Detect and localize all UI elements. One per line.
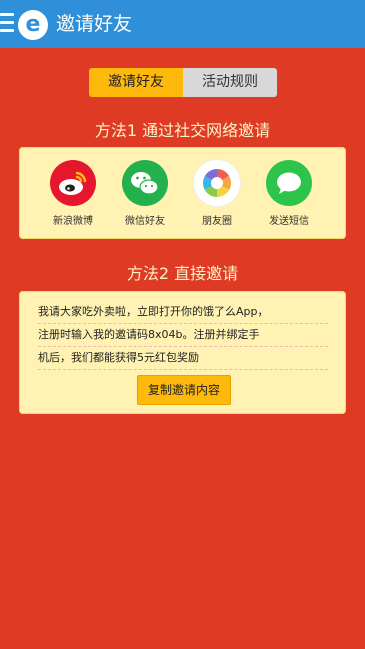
share-wechat-label: 微信好友 xyxy=(125,216,165,227)
share-wechat-button[interactable]: 微信好友 xyxy=(113,160,177,227)
share-moments-label: 朋友圈 xyxy=(202,216,232,227)
invite-line: 注册时输入我的邀请码8x04b。注册并绑定手 xyxy=(38,324,328,347)
tab-activity-rules[interactable]: 活动规则 xyxy=(183,68,277,97)
invite-message: 我请大家吃外卖啦，立即打开你的饿了么App， 注册时输入我的邀请码8x04b。注… xyxy=(38,301,328,370)
share-weibo-label: 新浪微博 xyxy=(53,216,93,227)
method2-title: 方法2 直接邀请 xyxy=(126,264,239,283)
app-bar: e 邀请好友 xyxy=(0,0,365,48)
invite-text-panel: 我请大家吃外卖啦，立即打开你的饿了么App， 注册时输入我的邀请码8x04b。注… xyxy=(19,291,346,414)
moments-icon xyxy=(194,160,240,206)
wechat-icon xyxy=(122,160,168,206)
sms-icon xyxy=(266,160,312,206)
invite-line: 机后，我们都能获得5元红包奖励 xyxy=(38,347,328,370)
invite-line: 我请大家吃外卖啦，立即打开你的饿了么App， xyxy=(38,301,328,324)
share-sms-button[interactable]: 发送短信 xyxy=(257,160,321,227)
social-share-panel: 新浪微博 微信好友 朋友圈 发送短信 xyxy=(19,147,346,239)
page-title: 邀请好友 xyxy=(56,13,133,35)
method1-title: 方法1 通过社交网络邀请 xyxy=(94,121,271,140)
copy-invite-button[interactable]: 复制邀请内容 xyxy=(137,375,231,405)
menu-icon[interactable] xyxy=(0,13,14,33)
eleme-logo-icon: e xyxy=(18,10,48,40)
tab-invite-friends[interactable]: 邀请好友 xyxy=(89,68,183,97)
share-weibo-button[interactable]: 新浪微博 xyxy=(41,160,105,227)
logo-letter: e xyxy=(25,12,41,37)
weibo-icon xyxy=(50,160,96,206)
share-sms-label: 发送短信 xyxy=(269,216,309,227)
tab-switcher: 邀请好友 活动规则 xyxy=(89,68,277,97)
share-moments-button[interactable]: 朋友圈 xyxy=(185,160,249,227)
